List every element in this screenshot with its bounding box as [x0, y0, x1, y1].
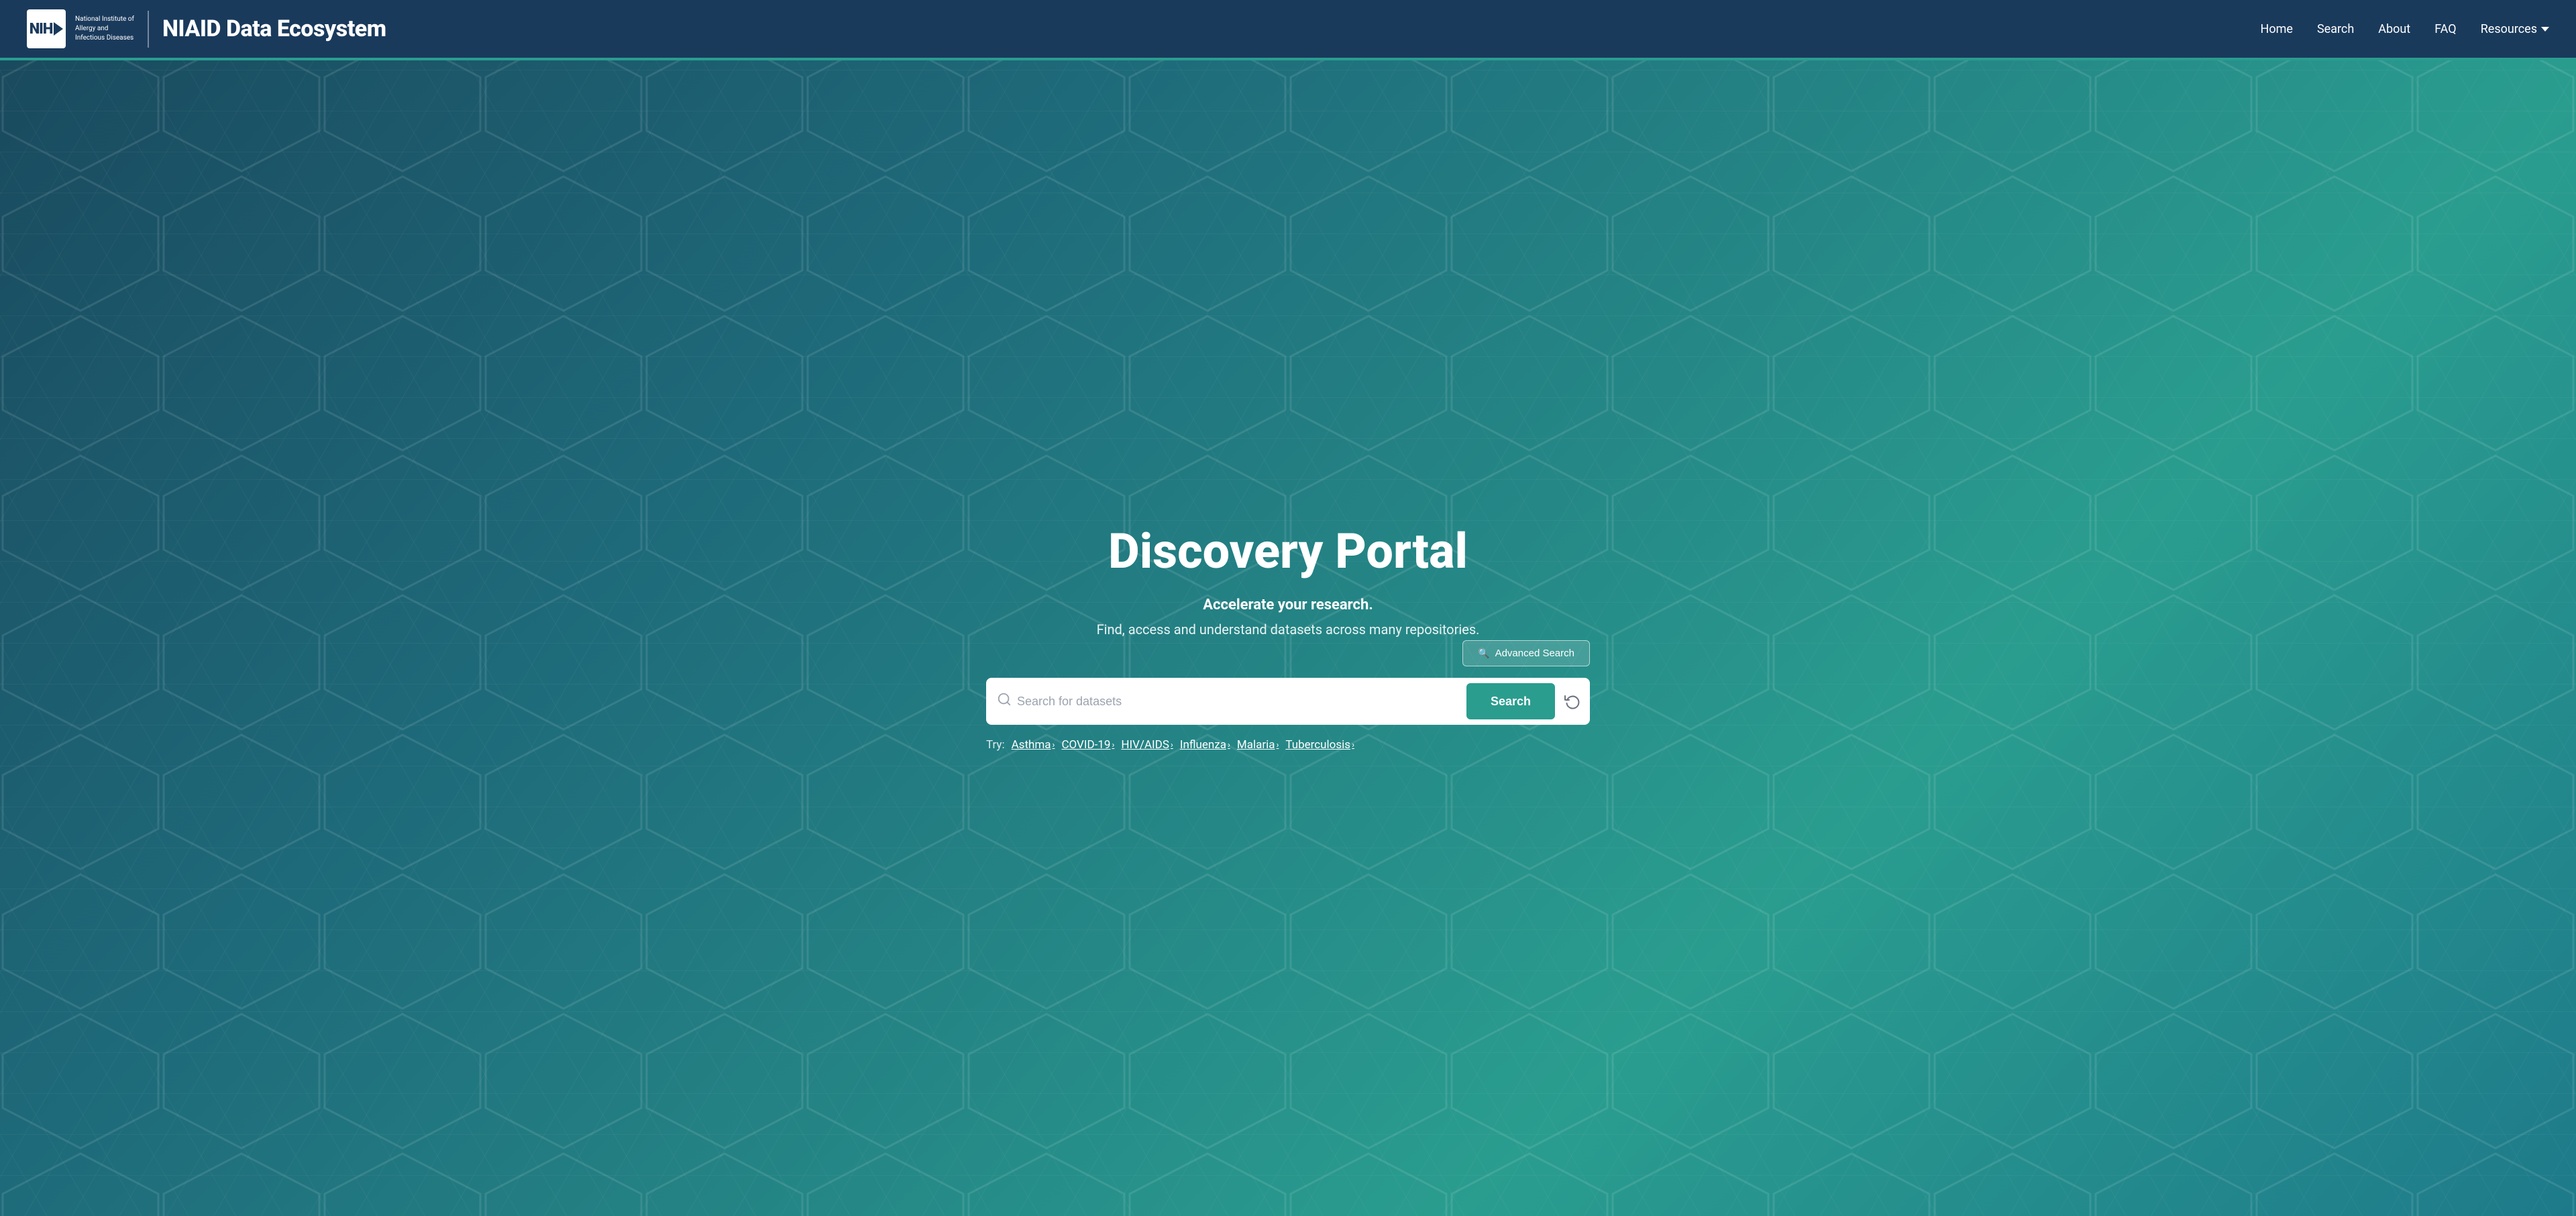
chevron-down-icon	[2541, 27, 2549, 32]
advanced-search-label: Advanced Search	[1495, 648, 1574, 659]
search-icon	[997, 692, 1012, 711]
chevron-right-icon: ›	[1112, 740, 1114, 750]
try-link-asthma[interactable]: Asthma ›	[1012, 738, 1055, 752]
nav-link-home[interactable]: Home	[2261, 22, 2293, 36]
advanced-search-button[interactable]: 🔍 Advanced Search	[1462, 640, 1590, 666]
try-link-tuberculosis[interactable]: Tuberculosis ›	[1285, 738, 1354, 752]
chevron-right-icon: ›	[1053, 740, 1055, 750]
nav-divider	[148, 11, 149, 48]
try-link-hivaids[interactable]: HIV/AIDS ›	[1121, 738, 1173, 752]
try-label: Try:	[986, 738, 1005, 752]
history-icon	[1564, 693, 1580, 709]
nih-subtitle: National Institute of Allergy and Infect…	[75, 15, 134, 43]
chevron-right-icon: ›	[1171, 740, 1173, 750]
hero-title: Discovery Portal	[986, 525, 1590, 578]
search-input[interactable]	[1017, 695, 1461, 709]
navbar: NIH National Institute of Allergy and In…	[0, 0, 2576, 60]
try-link-malaria[interactable]: Malaria ›	[1237, 738, 1279, 752]
site-title: NIAID Data Ecosystem	[162, 15, 386, 42]
chevron-right-icon: ›	[1276, 740, 1279, 750]
search-area: 🔍 Advanced Search Search	[986, 678, 1590, 752]
nav-link-search[interactable]: Search	[2317, 22, 2354, 36]
nih-text: NIH	[30, 21, 53, 38]
chevron-right-icon: ›	[1228, 740, 1230, 750]
hero-content: Discovery Portal Accelerate your researc…	[986, 525, 1590, 752]
nav-link-faq[interactable]: FAQ	[2434, 22, 2456, 36]
search-icon-small: 🔍	[1478, 648, 1489, 659]
try-row: Try: Asthma › COVID-19 › HIV/AIDS › Infl…	[986, 738, 1590, 752]
nih-logo-box: NIH	[27, 9, 66, 48]
search-history-button[interactable]	[1560, 689, 1585, 713]
nih-logo-inner: NIH	[30, 21, 64, 38]
try-link-covid19[interactable]: COVID-19 ›	[1061, 738, 1114, 752]
nav-links: Home Search About FAQ Resources	[2261, 22, 2549, 36]
nav-logo[interactable]: NIH National Institute of Allergy and In…	[27, 9, 134, 48]
try-link-influenza[interactable]: Influenza ›	[1180, 738, 1230, 752]
search-bar: Search	[986, 678, 1590, 725]
hero-subtitle-bold: Accelerate your research.	[986, 597, 1590, 613]
hero-section: Discovery Portal Accelerate your researc…	[0, 60, 2576, 1216]
nih-subtitle-block: National Institute of Allergy and Infect…	[75, 15, 134, 43]
search-button[interactable]: Search	[1466, 683, 1555, 719]
nav-link-about[interactable]: About	[2378, 22, 2410, 36]
nav-link-resources[interactable]: Resources	[2481, 22, 2549, 36]
chevron-right-icon: ›	[1352, 740, 1354, 750]
hero-subtitle: Find, access and understand datasets acr…	[986, 621, 1590, 638]
nih-arrow-icon	[54, 22, 63, 36]
